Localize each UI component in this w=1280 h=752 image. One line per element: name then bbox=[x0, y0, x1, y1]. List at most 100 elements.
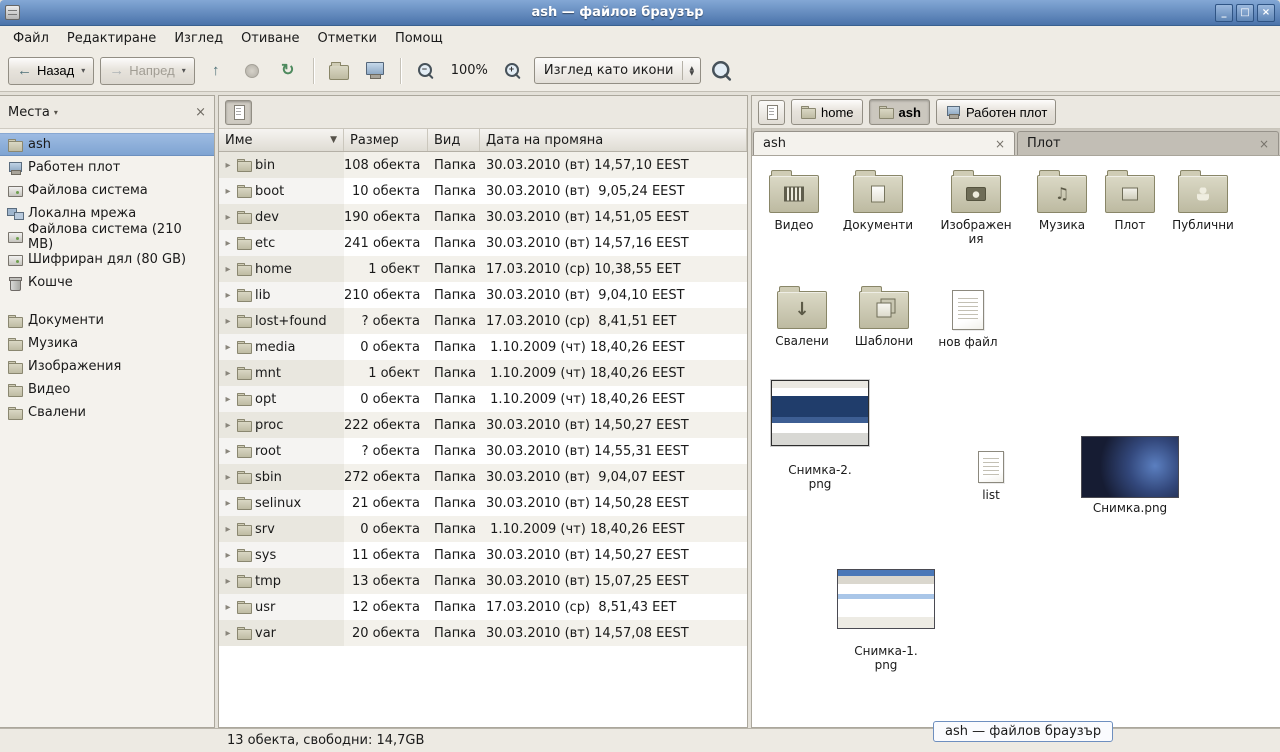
expander-icon[interactable]: ▸ bbox=[223, 264, 233, 275]
expander-icon[interactable]: ▸ bbox=[223, 550, 233, 561]
icon-view-item[interactable]: list bbox=[941, 449, 1041, 502]
icon-view-item[interactable]: Изображен ия bbox=[926, 168, 1026, 247]
forward-button[interactable]: → Напред ▾ bbox=[100, 57, 194, 85]
tree-row[interactable]: ▸ dev 190 обекта Папка 30.03.2010 (вт) 1… bbox=[219, 204, 747, 230]
reload-button[interactable]: ↻ bbox=[273, 57, 303, 85]
tree-row[interactable]: ▸ lib 210 обекта Папка 30.03.2010 (вт) 9… bbox=[219, 282, 747, 308]
tab[interactable]: Плот × bbox=[1017, 131, 1279, 155]
tree-row[interactable]: ▸ usr 12 обекта Папка 17.03.2010 (ср) 8,… bbox=[219, 594, 747, 620]
icon-view-item[interactable]: Документи bbox=[828, 168, 928, 232]
sidebar-folder-item[interactable]: Музика bbox=[0, 332, 214, 355]
sidebar-folder-item[interactable]: Видео bbox=[0, 378, 214, 401]
expander-icon[interactable]: ▸ bbox=[223, 368, 233, 379]
close-button[interactable]: × bbox=[1257, 4, 1275, 22]
tree-row[interactable]: ▸ boot 10 обекта Папка 30.03.2010 (вт) 9… bbox=[219, 178, 747, 204]
menu-item[interactable]: Файл bbox=[4, 26, 58, 50]
titlebar[interactable]: ash — файлов браузър _ □ × bbox=[0, 0, 1280, 26]
expander-icon[interactable]: ▸ bbox=[223, 160, 233, 171]
pathbar-root-button[interactable] bbox=[225, 100, 252, 125]
icon-view-item[interactable]: Снимка-1. png bbox=[836, 569, 936, 673]
tab-close-icon[interactable]: × bbox=[995, 138, 1005, 150]
menu-item[interactable]: Помощ bbox=[386, 26, 452, 50]
tree-row[interactable]: ▸ etc 241 обекта Папка 30.03.2010 (вт) 1… bbox=[219, 230, 747, 256]
tree-row[interactable]: ▸ proc 222 обекта Папка 30.03.2010 (вт) … bbox=[219, 412, 747, 438]
sidebar-dropdown-icon[interactable]: ▾ bbox=[54, 108, 58, 117]
tree-row[interactable]: ▸ var 20 обекта Папка 30.03.2010 (вт) 14… bbox=[219, 620, 747, 646]
zoom-out-button[interactable]: − bbox=[411, 57, 441, 85]
expander-icon[interactable]: ▸ bbox=[223, 212, 233, 223]
tree-row[interactable]: ▸ home 1 обект Папка 17.03.2010 (ср) 10,… bbox=[219, 256, 747, 282]
menu-item[interactable]: Изглед bbox=[165, 26, 232, 50]
tree-row[interactable]: ▸ bin 108 обекта Папка 30.03.2010 (вт) 1… bbox=[219, 152, 747, 178]
sidebar-place-item[interactable]: ash bbox=[0, 133, 214, 156]
view-mode-select[interactable]: Изглед като икони ▲▼ bbox=[534, 57, 701, 84]
tab[interactable]: ash × bbox=[753, 131, 1015, 155]
expander-icon[interactable]: ▸ bbox=[223, 394, 233, 405]
column-header-name[interactable]: Име ▼ bbox=[219, 129, 344, 151]
tree-row[interactable]: ▸ media 0 обекта Папка 1.10.2009 (чт) 18… bbox=[219, 334, 747, 360]
home-button[interactable] bbox=[324, 57, 354, 85]
expander-icon[interactable]: ▸ bbox=[223, 238, 233, 249]
sidebar-place-item[interactable]: Кошче bbox=[0, 271, 214, 294]
tree-row[interactable]: ▸ sys 11 обекта Папка 30.03.2010 (вт) 14… bbox=[219, 542, 747, 568]
search-button[interactable] bbox=[707, 57, 737, 85]
tree-row[interactable]: ▸ root ? обекта Папка 30.03.2010 (вт) 14… bbox=[219, 438, 747, 464]
up-button[interactable]: ↑ bbox=[201, 57, 231, 85]
pathbar-button[interactable]: home bbox=[791, 99, 863, 125]
zoom-in-icon: + bbox=[505, 63, 521, 79]
expander-icon[interactable]: ▸ bbox=[223, 316, 233, 327]
menu-item[interactable]: Отметки bbox=[308, 26, 385, 50]
sidebar-close-icon[interactable]: × bbox=[195, 106, 206, 119]
column-header-type[interactable]: Вид bbox=[428, 129, 480, 151]
computer-button[interactable] bbox=[360, 57, 390, 85]
tab-close-icon[interactable]: × bbox=[1259, 138, 1269, 150]
forward-dropdown-icon[interactable]: ▾ bbox=[182, 66, 186, 75]
icon-view-item[interactable]: Публични bbox=[1153, 168, 1253, 232]
sidebar-folder-item[interactable]: Изображения bbox=[0, 355, 214, 378]
sidebar-place-item[interactable]: Файлова система (210 MB) bbox=[0, 225, 214, 248]
expander-icon[interactable]: ▸ bbox=[223, 602, 233, 613]
expander-icon[interactable]: ▸ bbox=[223, 576, 233, 587]
menu-item[interactable]: Отиване bbox=[232, 26, 308, 50]
tree-row[interactable]: ▸ opt 0 обекта Папка 1.10.2009 (чт) 18,4… bbox=[219, 386, 747, 412]
tree-row[interactable]: ▸ tmp 13 обекта Папка 30.03.2010 (вт) 15… bbox=[219, 568, 747, 594]
stop-button[interactable] bbox=[237, 57, 267, 85]
zoom-in-button[interactable]: + bbox=[498, 57, 528, 85]
sidebar-place-item[interactable]: Шифриран дял (80 GB) bbox=[0, 248, 214, 271]
menu-item[interactable]: Редактиране bbox=[58, 26, 165, 50]
tree-row[interactable]: ▸ selinux 21 обекта Папка 30.03.2010 (вт… bbox=[219, 490, 747, 516]
pathbar-button[interactable]: Работен плот bbox=[936, 99, 1056, 125]
sidebar-folder-item[interactable]: Свалени bbox=[0, 401, 214, 424]
expander-icon[interactable]: ▸ bbox=[223, 342, 233, 353]
folder-icon bbox=[236, 339, 252, 355]
minimize-button[interactable]: _ bbox=[1215, 4, 1233, 22]
sidebar-place-item[interactable]: Работен плот bbox=[0, 156, 214, 179]
expander-icon[interactable]: ▸ bbox=[223, 446, 233, 457]
sidebar-folder-item[interactable]: Документи bbox=[0, 309, 214, 332]
pathbar-button[interactable]: ash bbox=[869, 99, 930, 125]
tree-row[interactable]: ▸ sbin 272 обекта Папка 30.03.2010 (вт) … bbox=[219, 464, 747, 490]
edit-location-button[interactable] bbox=[758, 100, 785, 125]
expander-icon[interactable]: ▸ bbox=[223, 524, 233, 535]
icon-view-canvas[interactable]: Видео Документи Изображен ия Муз bbox=[752, 156, 1280, 727]
icon-view-item[interactable]: Снимка-2. png bbox=[770, 380, 870, 492]
sidebar-title[interactable]: Места bbox=[8, 105, 50, 120]
expander-icon[interactable]: ▸ bbox=[223, 420, 233, 431]
icon-view-item[interactable]: Снимка.png bbox=[1080, 436, 1180, 515]
tree-row[interactable]: ▸ lost+found ? обекта Папка 17.03.2010 (… bbox=[219, 308, 747, 334]
back-dropdown-icon[interactable]: ▾ bbox=[81, 66, 85, 75]
expander-icon[interactable]: ▸ bbox=[223, 472, 233, 483]
expander-icon[interactable]: ▸ bbox=[223, 186, 233, 197]
tree-row[interactable]: ▸ srv 0 обекта Папка 1.10.2009 (чт) 18,4… bbox=[219, 516, 747, 542]
sidebar-place-item[interactable]: Файлова система bbox=[0, 179, 214, 202]
icon-view-item[interactable]: нов файл bbox=[918, 284, 1018, 349]
maximize-button[interactable]: □ bbox=[1236, 4, 1254, 22]
folder-icon bbox=[236, 469, 252, 485]
expander-icon[interactable]: ▸ bbox=[223, 628, 233, 639]
back-button[interactable]: ← Назад ▾ bbox=[8, 57, 94, 85]
column-header-size[interactable]: Размер bbox=[344, 129, 428, 151]
column-header-date[interactable]: Дата на промяна bbox=[480, 129, 747, 151]
tree-row[interactable]: ▸ mnt 1 обект Папка 1.10.2009 (чт) 18,40… bbox=[219, 360, 747, 386]
expander-icon[interactable]: ▸ bbox=[223, 290, 233, 301]
expander-icon[interactable]: ▸ bbox=[223, 498, 233, 509]
